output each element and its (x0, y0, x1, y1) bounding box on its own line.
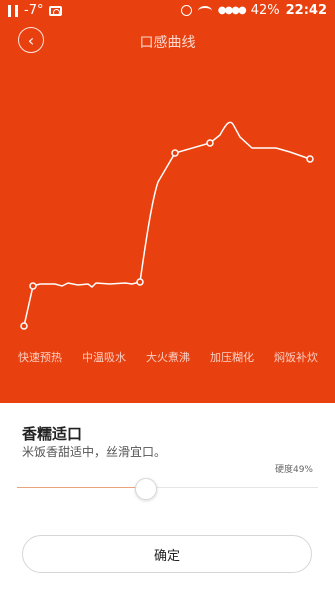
curve-point (136, 278, 144, 286)
slider-fill (17, 487, 146, 488)
curve-point (29, 282, 37, 290)
stage-label-braise: 焖饭补炊 (274, 351, 318, 364)
curve-point (20, 322, 28, 330)
curve-point (206, 139, 214, 147)
stage-labels: 快速预热 中温吸水 大火煮沸 加压糊化 焖饭补炊 (0, 349, 335, 365)
cooking-curve-chart (20, 121, 314, 330)
curve-panel: -7° ●●●● 42% 22:42 ‹ 口感曲线 快速预热 中温吸水 大火煮沸… (0, 0, 335, 403)
stage-label-preheat: 快速预热 (18, 351, 62, 364)
taste-description: 米饭香甜适中，丝滑宜口。 (22, 445, 167, 459)
hardness-slider[interactable] (17, 478, 318, 500)
hardness-label: 硬度49% (274, 465, 313, 475)
stage-label-absorb: 中温吸水 (82, 351, 126, 364)
curve-line (23, 121, 311, 327)
taste-name: 香糯适口 (22, 425, 83, 443)
curve-point (171, 149, 179, 157)
curve-point (306, 155, 314, 163)
stage-label-boil: 大火煮沸 (146, 351, 190, 364)
slider-thumb[interactable] (135, 478, 157, 500)
stage-label-pressure: 加压糊化 (210, 351, 254, 364)
confirm-button[interactable]: 确定 (22, 535, 312, 573)
